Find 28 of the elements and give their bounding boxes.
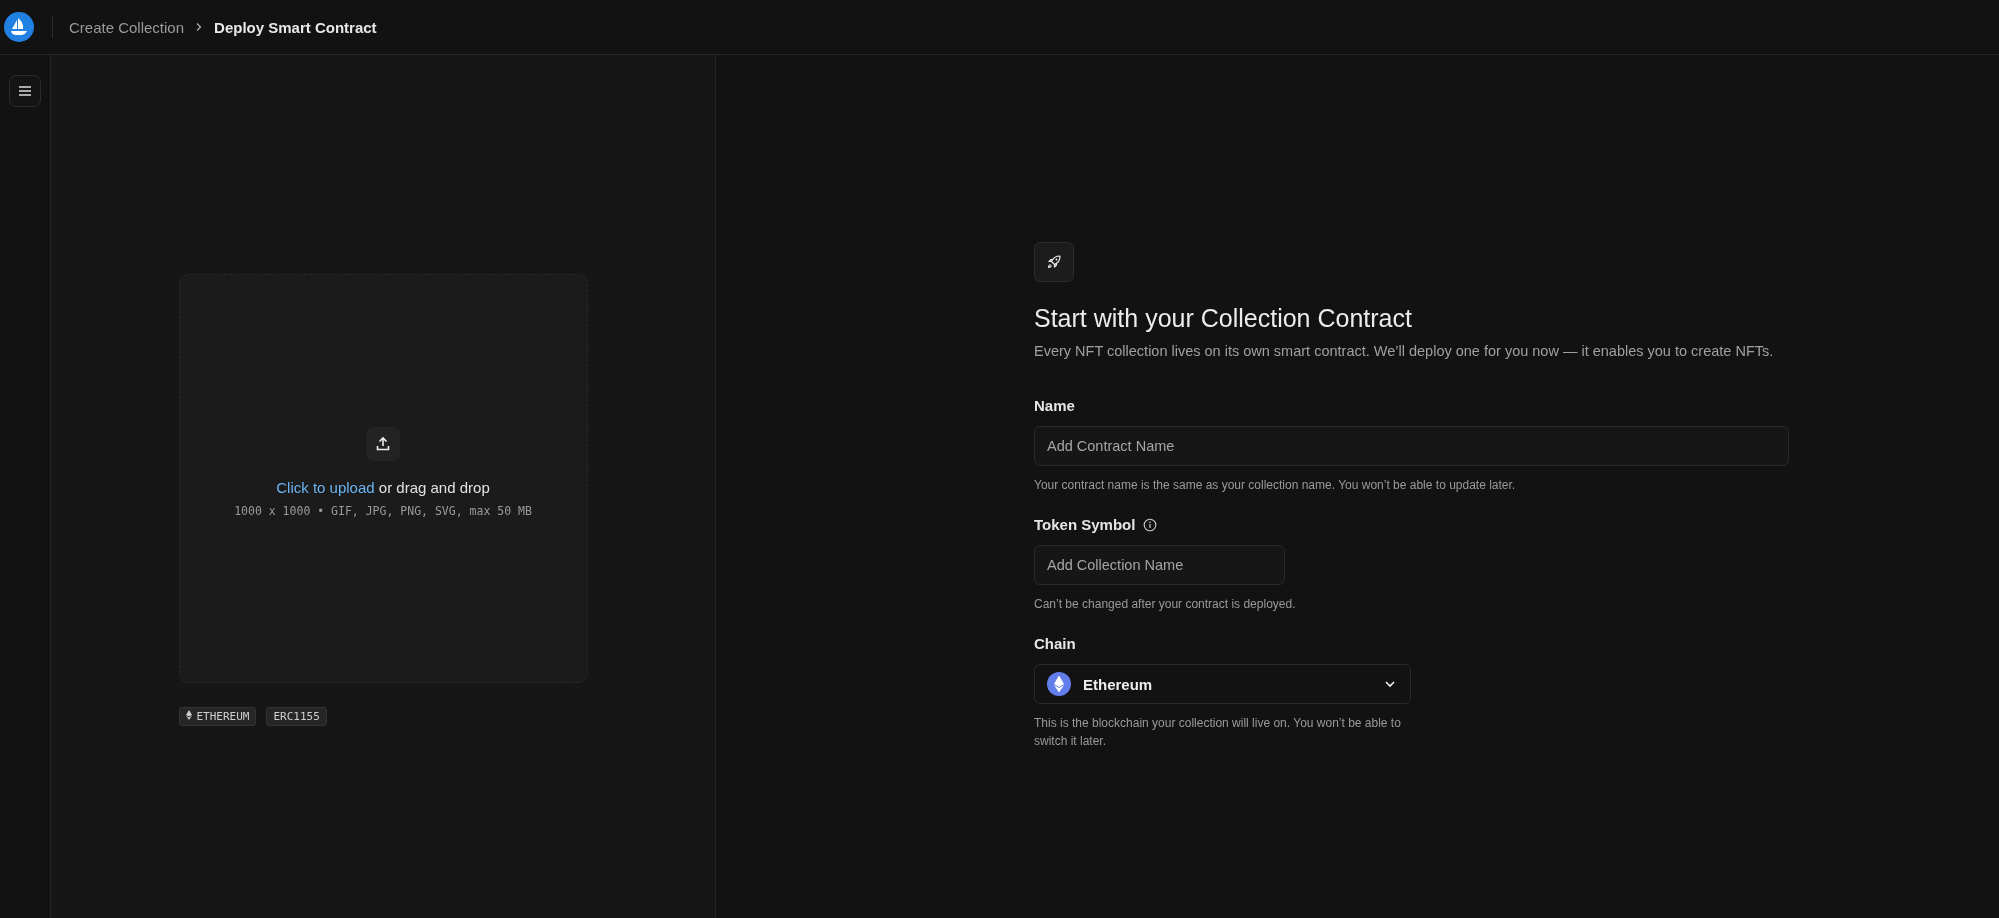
rocket-icon [1034,242,1074,282]
helper-text: Your contract name is the same as your collection name. You won’t be able to update later. [1034,477,1517,494]
tag-label: ETHEREUM [196,710,250,723]
breadcrumb-link[interactable]: Deploy Smart Contract [214,18,377,36]
form-subtitle: Every NFT collection lives on its own smart contract. We’ll deploy one for you now — it enables you to create NFTs. [1034,343,1775,359]
text-input[interactable]: Add Contract Name [1034,426,1789,466]
upload-icon [366,427,400,461]
field-label: Chain [1034,635,1076,652]
upload-prompt: Click to upload or drag and drop [276,479,490,496]
text-input[interactable]: Add Collection Name [1034,545,1285,585]
selected-value: Ethereum [1083,675,1154,693]
helper-text: Can’t be changed after your contract is deployed. [1034,596,1297,613]
upload-hint: 1000 x 1000 • GIF, JPG, PNG, SVG, max 50 MB [234,504,532,518]
menu-button[interactable] [9,75,41,107]
menu-icon [17,83,33,99]
ethereum-icon [1047,672,1071,696]
upload-link[interactable]: Click to upload [276,479,375,496]
field-label: Token Symbol [1034,516,1136,533]
chain-dropdown[interactable]: Ethereum [1034,664,1411,704]
info-icon[interactable] [1143,517,1158,532]
caret-icon [1384,678,1396,690]
breadcrumb-link[interactable]: Create Collection [69,18,185,36]
upload-dropzone[interactable]: Click to upload or drag and drop 1000 x 1000 • GIF, JPG, PNG, SVG, max 50 MB [178,274,588,683]
field-label: Name [1034,397,1075,414]
helper-text: This is the blockchain your collection will live on. You won’t be able to switch it later. [1034,715,1402,750]
logo-icon[interactable] [4,12,34,42]
standard-tag: ERC1155 [266,707,327,726]
form-title: Start with your Collection Contract [1034,304,1413,333]
